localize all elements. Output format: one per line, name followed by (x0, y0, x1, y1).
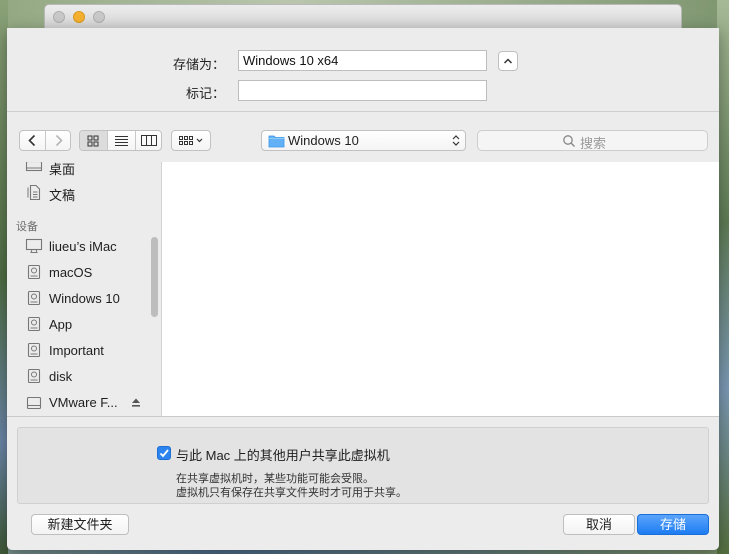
share-vm-label: 与此 Mac 上的其他用户共享此虚拟机 (176, 448, 390, 463)
sidebar-item-label: disk (49, 369, 73, 384)
list-view-button[interactable] (108, 131, 135, 150)
save-as-label: 存储为： (172, 57, 225, 72)
sidebar: 桌面 文稿 设备 liueu’s iMac macOS Windows 10 A… (7, 162, 162, 416)
parent-window-titlebar (44, 4, 682, 28)
disk-icon (27, 316, 41, 332)
sidebar-item-label: Windows 10 (49, 291, 120, 306)
search-icon (563, 135, 575, 147)
sidebar-item-disk[interactable]: disk (7, 365, 161, 389)
share-vm-checkbox[interactable] (157, 446, 171, 460)
icon-view-button[interactable] (80, 131, 107, 150)
sidebar-item-label: App (49, 317, 73, 332)
sidebar-section-devices: 设备 (16, 221, 38, 233)
eject-icon[interactable] (131, 397, 141, 408)
disk-icon (27, 342, 41, 358)
sidebar-item-label: VMware F... (49, 395, 118, 410)
back-button[interactable] (20, 131, 45, 150)
documents-icon (27, 184, 41, 200)
sidebar-item-important[interactable]: Important (7, 339, 161, 363)
columns-icon (141, 135, 157, 146)
folder-icon (268, 135, 285, 148)
share-options-panel: 与此 Mac 上的其他用户共享此虚拟机 在共享虚拟机时，某些功能可能会受限。 虚… (17, 427, 709, 504)
header-divider (7, 111, 719, 112)
tags-field[interactable] (238, 80, 487, 101)
close-window-button[interactable] (53, 11, 65, 23)
disk-icon (27, 264, 41, 280)
sidebar-item-windows10[interactable]: Windows 10 (7, 287, 161, 311)
location-popup[interactable]: Windows 10 (261, 130, 466, 151)
sidebar-item-label: liueu’s iMac (49, 239, 117, 254)
search-placeholder: 搜索 (580, 136, 607, 151)
save-as-field[interactable] (238, 50, 487, 71)
forward-button[interactable] (46, 131, 71, 150)
updown-chevron-icon (452, 135, 460, 146)
imac-icon (25, 238, 43, 253)
sidebar-item-label: Important (49, 343, 104, 358)
column-view-button[interactable] (136, 131, 162, 150)
expand-dialog-button[interactable] (498, 51, 518, 71)
view-mode-control (79, 130, 162, 151)
new-folder-button[interactable]: 新建文件夹 (31, 514, 129, 535)
sidebar-item-vmware[interactable]: VMware F... (7, 391, 161, 415)
arrange-button[interactable] (171, 130, 211, 151)
external-drive-icon (26, 396, 42, 410)
disk-icon (27, 290, 41, 306)
sidebar-scrollbar[interactable] (151, 237, 158, 317)
sidebar-item-desktop[interactable]: 桌面 (7, 162, 161, 179)
save-dialog-sheet: 存储为： 标记： (7, 28, 719, 550)
zoom-window-button[interactable] (93, 11, 105, 23)
tags-label: 标记： (185, 86, 225, 101)
desktop-icon (25, 162, 43, 172)
sidebar-item-app[interactable]: App (7, 313, 161, 337)
footer-divider (7, 416, 719, 417)
cancel-button[interactable]: 取消 (563, 514, 635, 535)
save-button[interactable]: 存储 (637, 514, 709, 535)
disk-icon (27, 368, 41, 384)
chevron-right-icon (55, 134, 63, 147)
location-label: Windows 10 (288, 133, 359, 148)
minimize-window-button[interactable] (73, 11, 85, 23)
nav-back-forward-control (19, 130, 71, 151)
sidebar-item-label: macOS (49, 265, 93, 280)
sidebar-item-label: 桌面 (49, 162, 76, 177)
sidebar-item-label: 文稿 (49, 188, 76, 203)
share-note-line2: 虚拟机只有保存在共享文件夹时才可用于共享。 (176, 487, 407, 499)
chevron-up-icon (503, 58, 513, 64)
file-browser-pane[interactable] (162, 162, 719, 416)
icon-grid-icon (87, 135, 99, 147)
arrange-grid-icon (179, 136, 203, 145)
sidebar-item-documents[interactable]: 文稿 (7, 181, 161, 205)
search-field[interactable]: 搜索 (477, 130, 708, 151)
list-lines-icon (115, 136, 128, 146)
checkmark-icon (159, 449, 169, 458)
chevron-left-icon (28, 134, 36, 147)
sidebar-item-macos[interactable]: macOS (7, 261, 161, 285)
sidebar-item-imac[interactable]: liueu’s iMac (7, 235, 161, 259)
